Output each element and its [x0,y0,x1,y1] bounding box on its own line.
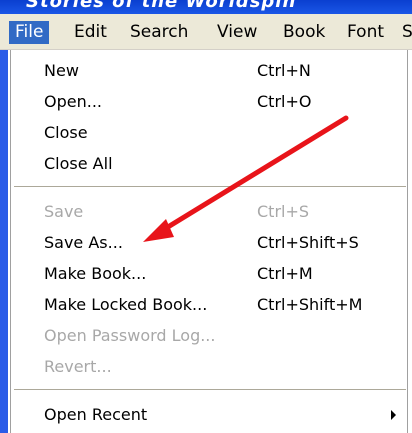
menu-item-label: Close [44,123,88,142]
menu-item-shortcut: Ctrl+M [257,264,313,283]
menu-item-label: Open Password Log... [44,326,216,345]
menu-item-close-all[interactable]: Close All [11,149,407,178]
menu-item-open-password-log: Open Password Log... [11,321,407,350]
menu-item-new[interactable]: New Ctrl+N [11,56,407,85]
menu-item-label: Make Locked Book... [44,295,208,314]
menu-item-open-recent[interactable]: Open Recent [11,400,407,429]
menu-separator [14,389,406,391]
file-menu-dropdown: New Ctrl+N Open... Ctrl+O Close Close Al… [10,50,408,433]
window-left-edge [0,0,8,433]
window-title: Stories of the Worldspin [26,0,297,12]
menu-item-make-locked-book[interactable]: Make Locked Book... Ctrl+Shift+M [11,290,407,319]
menu-item-shortcut: Ctrl+N [257,61,311,80]
menu-book[interactable]: Book [277,21,331,44]
menu-item-label: Make Book... [44,264,147,283]
menu-item-save-as[interactable]: Save As... Ctrl+Shift+S [11,228,407,257]
menu-item-label: Open... [44,92,102,111]
title-bar: Stories of the Worldspin [0,0,412,14]
menu-item-shortcut: Ctrl+Shift+S [257,233,359,252]
menu-edit[interactable]: Edit [68,21,113,44]
menu-item-label: Save [44,202,84,221]
menu-font[interactable]: Font [341,21,390,44]
menu-item-shortcut: Ctrl+Shift+M [257,295,363,314]
menu-item-label: Revert... [44,357,112,376]
menu-item-close[interactable]: Close [11,118,407,147]
menu-item-label: Save As... [44,233,123,252]
menu-bar: File Edit Search View Book Font S [0,14,412,50]
menu-item-revert: Revert... [11,352,407,381]
menu-item-shortcut: Ctrl+O [257,92,312,111]
menu-view[interactable]: View [211,21,263,44]
menu-item-save: Save Ctrl+S [11,197,407,226]
menu-item-make-book[interactable]: Make Book... Ctrl+M [11,259,407,288]
menu-search[interactable]: Search [124,21,194,44]
menu-item-label: Close All [44,154,113,173]
menu-item-open[interactable]: Open... Ctrl+O [11,87,407,116]
menu-file[interactable]: File [9,21,50,44]
submenu-arrow-icon [391,410,396,420]
menu-separator [14,186,406,188]
menu-item-label: Open Recent [44,405,148,424]
menu-item-shortcut: Ctrl+S [257,202,310,221]
menu-item-label: New [44,61,79,80]
menu-more[interactable]: S [396,21,412,44]
